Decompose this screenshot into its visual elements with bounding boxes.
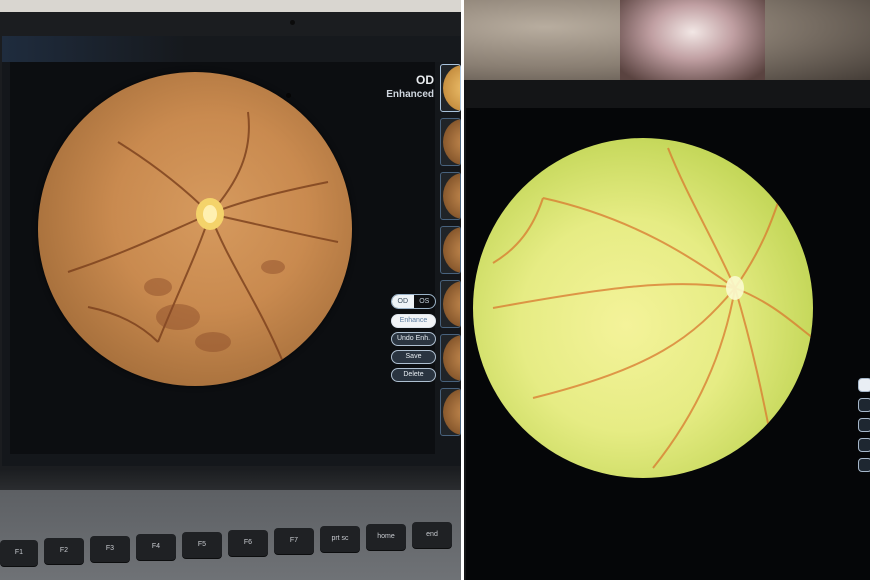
key[interactable]: F2 (44, 538, 84, 564)
enhance-button[interactable]: Enhance (391, 314, 436, 328)
key[interactable]: F7 (274, 528, 314, 554)
thumbnail[interactable] (440, 334, 461, 382)
key[interactable]: F5 (182, 532, 222, 558)
side-button[interactable] (858, 398, 870, 412)
key[interactable]: home (366, 524, 406, 550)
thumbnail[interactable] (440, 64, 461, 112)
key[interactable]: F4 (136, 534, 176, 560)
side-button[interactable] (858, 458, 870, 472)
key[interactable]: end (412, 522, 452, 548)
key[interactable]: F1 (0, 540, 38, 566)
toggle-od[interactable]: OD (392, 295, 414, 308)
retinal-vessels (67, 111, 339, 363)
thumbnail[interactable] (440, 388, 461, 436)
key[interactable]: prt sc (320, 526, 360, 552)
mode-label: Enhanced (386, 89, 434, 100)
webcam (290, 20, 295, 25)
thumbnail[interactable] (440, 172, 461, 220)
image-info: OD Enhanced (384, 72, 434, 102)
image-controls: OD OS Enhance Undo Enh. Save Delete (391, 294, 437, 386)
thumbnail[interactable] (440, 226, 461, 274)
key[interactable]: F3 (90, 536, 130, 562)
undo-enhance-button[interactable]: Undo Enh. (391, 332, 436, 346)
side-button[interactable] (858, 418, 870, 432)
keyboard: F1 F2 F3 F4 F5 F6 F7 prt sc home end (0, 490, 461, 580)
toggle-os[interactable]: OS (414, 295, 436, 308)
side-button[interactable] (858, 438, 870, 452)
eye-label: OD (416, 73, 434, 87)
side-button[interactable] (858, 378, 870, 392)
laptop-hinge (0, 470, 461, 490)
background-poster (620, 0, 765, 80)
window-titlebar (2, 36, 461, 62)
fundus-image[interactable] (38, 72, 352, 386)
side-buttons (858, 378, 870, 478)
delete-button[interactable]: Delete (391, 368, 436, 382)
thumbnail[interactable] (440, 280, 461, 328)
retinal-vessels (492, 147, 813, 469)
left-photo: OD Enhanced OD OS Enhance Undo Enh. Save… (0, 0, 461, 580)
eye-toggle[interactable]: OD OS (391, 294, 436, 309)
save-button[interactable]: Save (391, 350, 436, 364)
thumbnail[interactable] (440, 118, 461, 166)
key[interactable]: F6 (228, 530, 268, 556)
thumbnail-strip (440, 64, 461, 442)
fundus-image[interactable] (473, 138, 813, 478)
webcam (286, 93, 291, 98)
